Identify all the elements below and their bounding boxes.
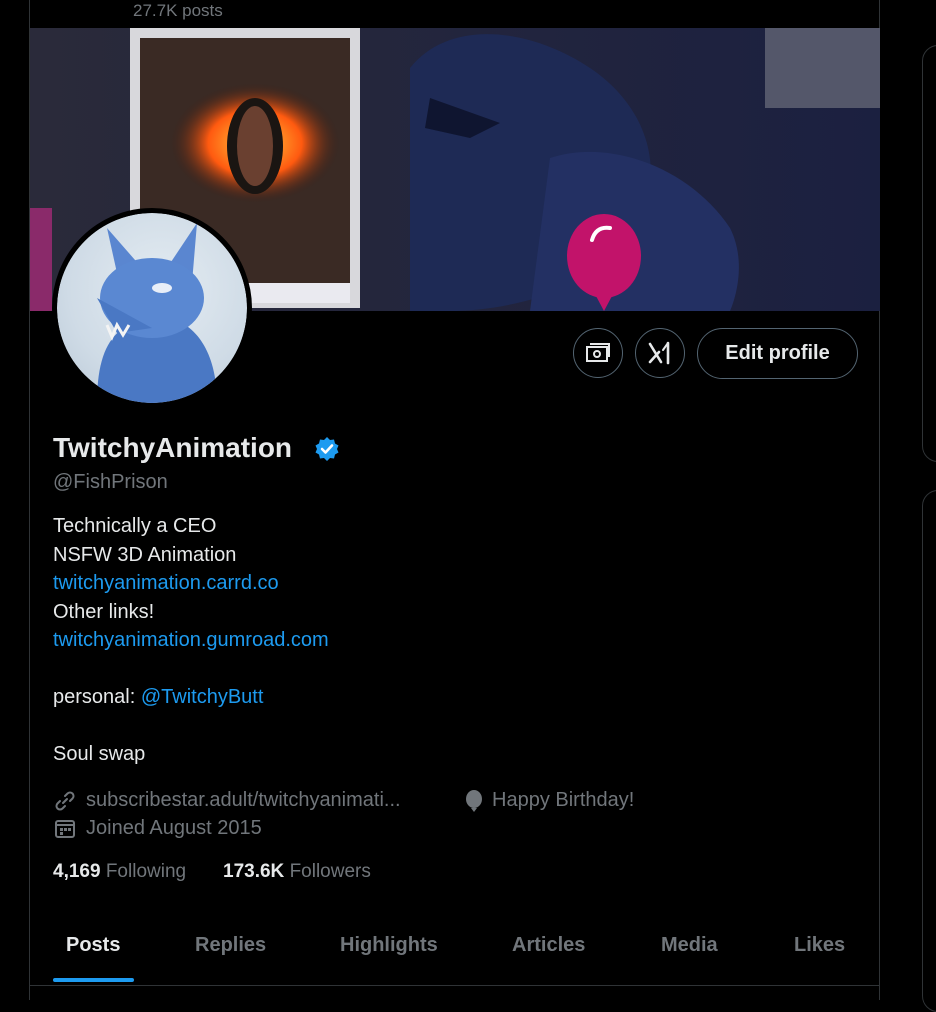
tab-posts[interactable]: Posts: [66, 934, 120, 957]
sidebar-card: [922, 490, 936, 1012]
bio-link-carrd[interactable]: twitchyanimation.carrd.co: [53, 572, 279, 595]
grok-icon: [648, 341, 670, 365]
birthday-text: Happy Birthday!: [492, 789, 635, 811]
verified-badge-icon[interactable]: [314, 436, 340, 462]
profile-avatar[interactable]: [52, 208, 252, 408]
bio-personal-label: personal:: [53, 686, 136, 708]
bio-personal-mention[interactable]: @TwitchyButt: [141, 686, 264, 708]
profile-column: 27.7K posts Edit profile TwitchyAnimatio…: [29, 0, 880, 1000]
link-icon: [55, 791, 75, 811]
edit-profile-button[interactable]: Edit profile: [697, 328, 858, 379]
profile-handle: @FishPrison: [53, 471, 168, 493]
display-name: TwitchyAnimation: [53, 432, 293, 463]
following-link[interactable]: 4,169 Following: [53, 861, 186, 883]
active-tab-indicator: [53, 978, 134, 982]
avatar-artwork: [97, 223, 217, 403]
bio-line: NSFW 3D Animation: [53, 544, 237, 566]
tab-replies[interactable]: Replies: [195, 934, 266, 957]
joined-date: Joined August 2015: [86, 817, 262, 839]
subscriptions-button[interactable]: [573, 328, 623, 378]
bio-line: Technically a CEO: [53, 515, 217, 537]
grok-button[interactable]: [635, 328, 685, 378]
tab-articles[interactable]: Articles: [512, 934, 585, 957]
following-count: 4,169: [53, 861, 101, 882]
followers-count: 173.6K: [223, 861, 285, 882]
followers-link[interactable]: 173.6K Followers: [223, 861, 371, 883]
followers-label: Followers: [289, 861, 371, 882]
sidebar-card: [922, 45, 936, 462]
bio-personal: personal: @TwitchyButt: [53, 686, 263, 709]
following-label: Following: [105, 861, 187, 882]
calendar-icon: [55, 820, 75, 838]
tabs-divider: [30, 985, 880, 986]
money-icon: [586, 343, 610, 362]
post-count: 27.7K posts: [133, 1, 223, 20]
balloon-icon: [466, 790, 482, 812]
bio-line: Soul swap: [53, 743, 146, 765]
tab-likes[interactable]: Likes: [794, 934, 845, 957]
bio-link-gumroad[interactable]: twitchyanimation.gumroad.com: [53, 629, 329, 652]
tab-highlights[interactable]: Highlights: [340, 934, 438, 957]
profile-website-link[interactable]: subscribestar.adult/twitchyanimati...: [86, 789, 401, 812]
tab-media[interactable]: Media: [661, 934, 718, 957]
bio-line: Other links!: [53, 601, 155, 623]
